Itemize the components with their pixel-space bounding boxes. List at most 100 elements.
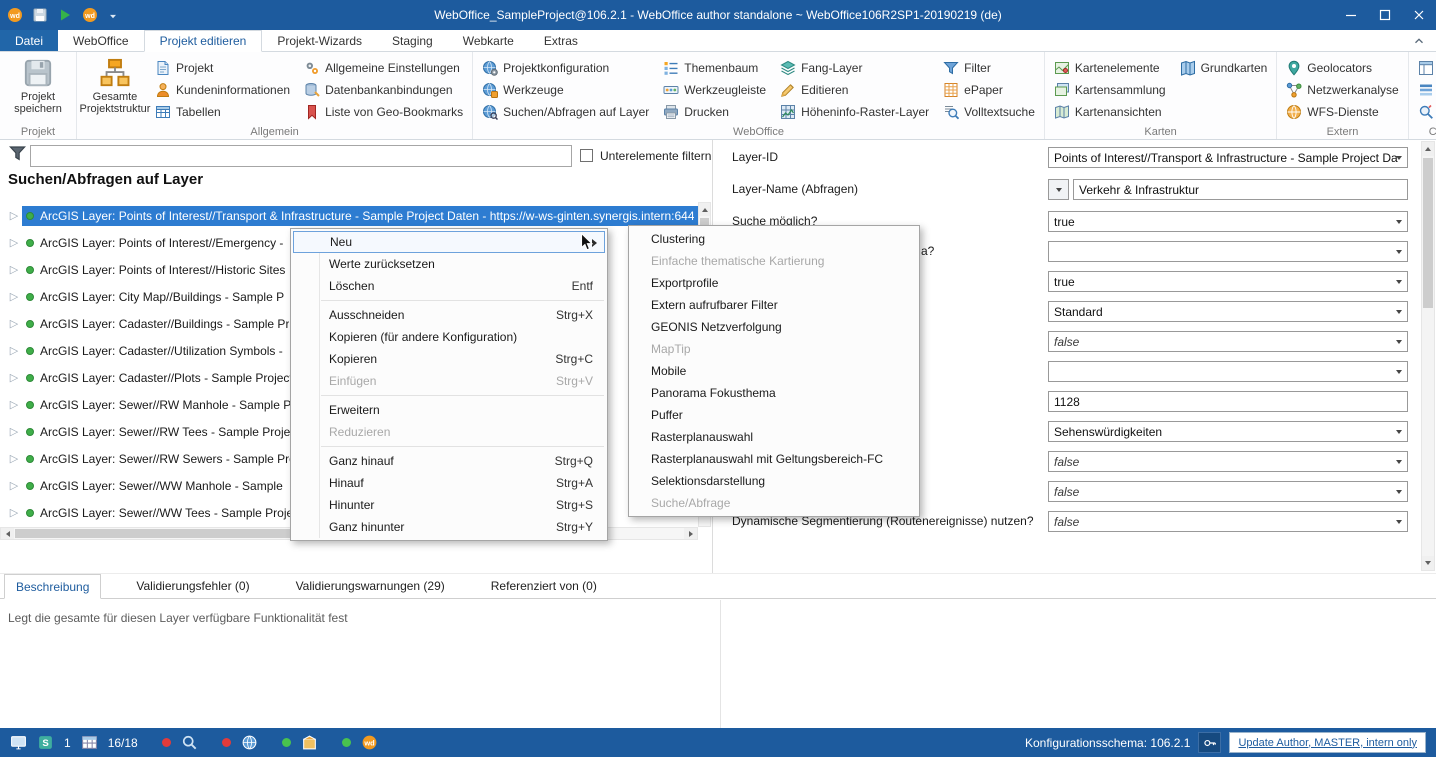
property-dropdown[interactable]: Standard xyxy=(1048,301,1408,322)
property-input[interactable]: 1128 xyxy=(1048,391,1408,412)
quick-access-weboffice-logo[interactable]: wd xyxy=(7,7,23,23)
menu-item-panorama-fokusthema[interactable]: Panorama Fokusthema xyxy=(629,382,919,404)
property-dropdown[interactable]: true xyxy=(1048,211,1408,232)
menu-item-geonis-netzverfolgung[interactable]: GEONIS Netzverfolgung xyxy=(629,316,919,338)
ribbon-button-themenbaum[interactable]: Themenbaum xyxy=(660,57,769,79)
menu-item-einfache-thematische-kartierung[interactable]: Einfache thematische Kartierung xyxy=(629,250,919,272)
property-dropdown[interactable]: false xyxy=(1048,331,1408,352)
ribbon-tab-datei[interactable]: Datei xyxy=(0,30,58,51)
property-dropdown[interactable] xyxy=(1048,241,1408,262)
maximize-button[interactable] xyxy=(1368,0,1402,30)
ribbon-button-geolocators[interactable]: Geolocators xyxy=(1283,57,1401,79)
menu-item-suche-abfrage[interactable]: Suche/Abfrage xyxy=(629,492,919,514)
menu-item-werte-zuruecksetzen[interactable]: Werte zurücksetzen xyxy=(291,253,607,275)
ribbon-button-kartenelemente[interactable]: Kartenelemente xyxy=(1051,57,1169,79)
menu-item-mobile[interactable]: Mobile xyxy=(629,360,919,382)
ribbon-button-datenbankanbindungen[interactable]: Datenbankanbindungen xyxy=(301,79,466,101)
close-button[interactable] xyxy=(1402,0,1436,30)
ribbon-button-projekt[interactable]: Projekt xyxy=(152,57,293,79)
ribbon-button-volltextsuche[interactable]: Volltextsuche xyxy=(940,101,1038,123)
ribbon-collapse-button[interactable] xyxy=(1410,33,1428,49)
ribbon-button-projektkonfiguration[interactable]: Projektkonfiguration xyxy=(479,57,652,79)
scroll-down-button[interactable] xyxy=(1422,556,1434,570)
menu-item-rasterplanauswahl[interactable]: Rasterplanauswahl xyxy=(629,426,919,448)
menu-item-loeschen[interactable]: LöschenEntf xyxy=(291,275,607,297)
dropdown-button[interactable] xyxy=(1048,179,1069,200)
menu-item-extern-aufrufbarer-filter[interactable]: Extern aufrufbarer Filter xyxy=(629,294,919,316)
ribbon-button-kundeninformationen[interactable]: Kundeninformationen xyxy=(152,79,293,101)
property-dropdown[interactable]: Points of Interest//Transport & Infrastr… xyxy=(1048,147,1408,168)
ribbon-button-allgemeine-einstellungen[interactable]: Allgemeine Einstellungen xyxy=(301,57,466,79)
ribbon-button-tabellen[interactable]: Tabellen xyxy=(152,101,293,123)
ribbon-button-drucken[interactable]: Drucken xyxy=(660,101,769,123)
menu-item-selektionsdarstellung[interactable]: Selektionsdarstellung xyxy=(629,470,919,492)
ribbon-button-filter[interactable]: Filter xyxy=(940,57,1038,79)
property-dropdown[interactable] xyxy=(1048,361,1408,382)
ribbon-tab-staging[interactable]: Staging xyxy=(377,30,448,51)
dropdown-arrow-icon[interactable] xyxy=(1391,362,1407,381)
quick-access-save-qa[interactable] xyxy=(32,7,48,23)
form-vertical-scrollbar[interactable] xyxy=(1421,141,1435,571)
menu-item-reduzieren[interactable]: Reduzieren xyxy=(291,421,607,443)
scrollbar-thumb[interactable] xyxy=(1423,158,1433,308)
menu-item-hinauf[interactable]: HinaufStrg+A xyxy=(291,472,607,494)
menu-item-kopieren[interactable]: KopierenStrg+C xyxy=(291,348,607,370)
property-dropdown[interactable]: false xyxy=(1048,511,1408,532)
menu-item-einfuegen[interactable]: EinfügenStrg+V xyxy=(291,370,607,392)
ribbon-button-core-search[interactable] xyxy=(1415,101,1436,123)
ribbon-button-editieren[interactable]: Editieren xyxy=(777,79,932,101)
bottom-tab-validierungswarnungen-29[interactable]: Validierungswarnungen (29) xyxy=(285,574,456,598)
license-key-button[interactable] xyxy=(1198,732,1221,753)
quick-access-menu-dropdown[interactable] xyxy=(107,8,119,22)
ribbon-button-werkzeugleiste[interactable]: Werkzeugleiste xyxy=(660,79,769,101)
ribbon-button-grundkarten[interactable]: Grundkarten xyxy=(1177,57,1271,79)
ribbon-button-kartenansichten[interactable]: Kartenansichten xyxy=(1051,101,1169,123)
ribbon-tab-webkarte[interactable]: Webkarte xyxy=(448,30,529,51)
menu-item-puffer[interactable]: Puffer xyxy=(629,404,919,426)
minimize-button[interactable] xyxy=(1334,0,1368,30)
ribbon-button-werkzeuge[interactable]: Werkzeuge xyxy=(479,79,652,101)
ribbon-button-suchen-abfragen-auf-layer[interactable]: Suchen/Abfragen auf Layer xyxy=(479,101,652,123)
dropdown-arrow-icon[interactable] xyxy=(1391,272,1407,291)
menu-item-clustering[interactable]: Clustering xyxy=(629,228,919,250)
property-input[interactable]: Verkehr & Infrastruktur xyxy=(1073,179,1408,200)
quick-access-weboffice-logo[interactable]: wd xyxy=(82,7,98,23)
ribbon-button-epaper[interactable]: ePaper xyxy=(940,79,1038,101)
menu-item-maptip[interactable]: MapTip xyxy=(629,338,919,360)
dropdown-arrow-icon[interactable] xyxy=(1391,512,1407,531)
ribbon-button-gesamte-projektstruktur[interactable]: Gesamte Projektstruktur xyxy=(83,55,147,115)
ribbon-tab-extras[interactable]: Extras xyxy=(529,30,593,51)
menu-item-ausschneiden[interactable]: AusschneidenStrg+X xyxy=(291,304,607,326)
ribbon-tab-projekt-wizards[interactable]: Projekt-Wizards xyxy=(262,30,377,51)
property-dropdown[interactable]: true xyxy=(1048,271,1408,292)
menu-item-neu[interactable]: Neu xyxy=(293,231,605,253)
ribbon-button-netzwerkanalyse[interactable]: Netzwerkanalyse xyxy=(1283,79,1401,101)
menu-item-ganz-hinauf[interactable]: Ganz hinaufStrg+Q xyxy=(291,450,607,472)
menu-item-kopieren-fuer-andere-konfiguration[interactable]: Kopieren (für andere Konfiguration) xyxy=(291,326,607,348)
menu-item-erweitern[interactable]: Erweitern xyxy=(291,399,607,421)
dropdown-arrow-icon[interactable] xyxy=(1391,242,1407,261)
ribbon-button-hoeheninfo-raster-layer[interactable]: Höheninfo-Raster-Layer xyxy=(777,101,932,123)
ribbon-button-core-panel[interactable] xyxy=(1415,57,1436,79)
ribbon-tab-weboffice[interactable]: WebOffice xyxy=(58,30,144,51)
dropdown-arrow-icon[interactable] xyxy=(1391,422,1407,441)
ribbon-tab-projekt-editieren[interactable]: Projekt editieren xyxy=(144,30,263,52)
ribbon-button-fang-layer[interactable]: Fang-Layer xyxy=(777,57,932,79)
property-dropdown[interactable]: false xyxy=(1048,481,1408,502)
ribbon-button-core-bars[interactable] xyxy=(1415,79,1436,101)
dropdown-arrow-icon[interactable] xyxy=(1391,332,1407,351)
dropdown-arrow-icon[interactable] xyxy=(1391,482,1407,501)
scroll-up-button[interactable] xyxy=(1422,142,1434,156)
dropdown-arrow-icon[interactable] xyxy=(1391,452,1407,471)
menu-item-rasterplanauswahl-mit-geltungsbereich-fc[interactable]: Rasterplanauswahl mit Geltungsbereich-FC xyxy=(629,448,919,470)
dropdown-arrow-icon[interactable] xyxy=(1391,212,1407,231)
bottom-tab-validierungsfehler-0[interactable]: Validierungsfehler (0) xyxy=(125,574,260,598)
menu-item-exportprofile[interactable]: Exportprofile xyxy=(629,272,919,294)
dropdown-arrow-icon[interactable] xyxy=(1391,148,1407,167)
menu-item-ganz-hinunter[interactable]: Ganz hinunterStrg+Y xyxy=(291,516,607,538)
ribbon-button-kartensammlung[interactable]: Kartensammlung xyxy=(1051,79,1169,101)
bottom-tab-beschreibung[interactable]: Beschreibung xyxy=(4,574,101,599)
property-dropdown[interactable]: Sehenswürdigkeiten xyxy=(1048,421,1408,442)
bottom-tab-referenziert-von-0[interactable]: Referenziert von (0) xyxy=(480,574,608,598)
dropdown-arrow-icon[interactable] xyxy=(1391,302,1407,321)
